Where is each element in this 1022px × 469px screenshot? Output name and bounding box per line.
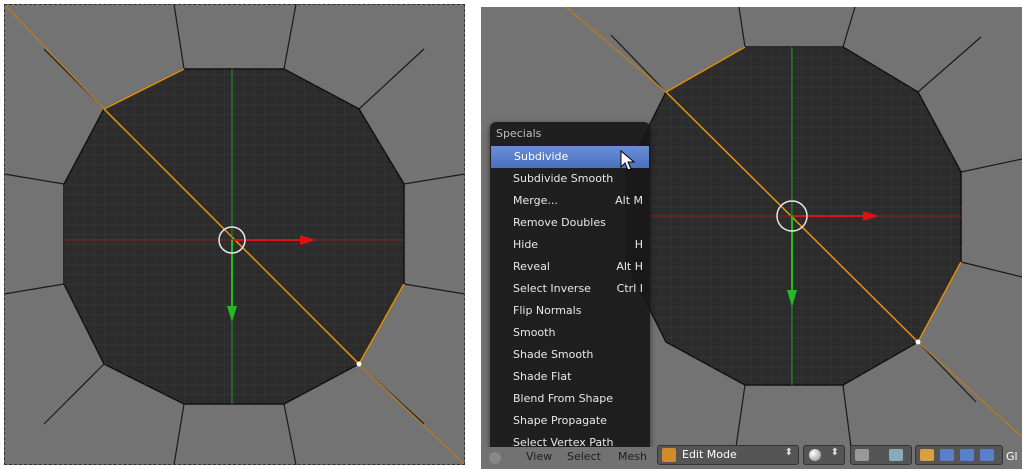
menu-item-select-inverse[interactable]: Select Inverse Ctrl I [490,278,650,300]
viewport-shading-select[interactable]: ⬍ [803,445,845,465]
menu-item-blend-from-shape[interactable]: Blend From Shape [490,388,650,410]
collapse-icon[interactable] [489,452,501,464]
shading-sphere-icon [809,449,821,461]
rotate-icon[interactable] [960,449,974,461]
menu-item-flip-normals[interactable]: Flip Normals [490,300,650,322]
menu-item-shade-flat[interactable]: Shade Flat [490,366,650,388]
axis-manipulator-icon[interactable] [920,449,934,461]
menu-item-merge[interactable]: Merge... Alt M [490,190,650,212]
mesh-canvas-left[interactable] [4,4,465,465]
mouse-pointer-icon [620,150,636,171]
mode-label: Edit Mode [682,448,737,461]
menu-view[interactable]: View [526,450,552,463]
scale-icon[interactable] [980,449,994,461]
transform-tools[interactable] [915,445,1003,465]
menu-title: Specials [496,127,542,140]
menu-item-shape-propagate[interactable]: Shape Propagate [490,410,650,432]
menu-item-reveal[interactable]: Reveal Alt H [490,256,650,278]
manipulator-icon [889,449,903,461]
menu-item-hide[interactable]: Hide H [490,234,650,256]
dropdown-arrows-icon: ⬍ [830,447,839,458]
pivot-icon [855,449,869,461]
menu-list: Subdivide Subdivide Smooth Merge... Alt M… [490,146,650,454]
menu-mesh[interactable]: Mesh [618,450,647,463]
gl-label: Gl [1006,450,1018,463]
menu-select[interactable]: Select [567,450,601,463]
menu-item-remove-doubles[interactable]: Remove Doubles [490,212,650,234]
left-viewport[interactable] [4,4,465,465]
mode-select[interactable]: Edit Mode ⬍ [657,445,799,465]
menu-item-shade-smooth[interactable]: Shade Smooth [490,344,650,366]
edit-mode-icon [662,448,676,462]
menu-item-smooth[interactable]: Smooth [490,322,650,344]
pivot-select[interactable] [850,445,912,465]
dropdown-arrows-icon: ⬍ [784,447,793,458]
translate-icon[interactable] [940,449,954,461]
